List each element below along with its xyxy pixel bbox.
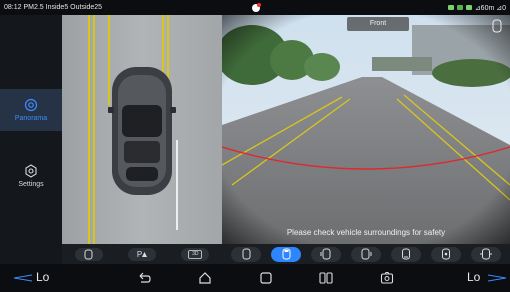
car-side-right-icon	[361, 248, 372, 260]
3d-view-button[interactable]: 3D	[181, 247, 210, 261]
camera-toolbar	[222, 244, 510, 264]
3d-label: 3D	[192, 251, 199, 257]
car-front-active-icon	[282, 248, 290, 260]
fan-left-icon[interactable]	[14, 274, 34, 282]
car-top-view	[108, 67, 176, 195]
sidebar-item-settings[interactable]: Settings	[0, 155, 62, 197]
temp-left[interactable]: Lo	[36, 270, 49, 284]
panorama-icon	[24, 98, 38, 112]
camera-view-label: Front	[347, 17, 409, 31]
status-bar: 08:12 PM2.5 Inside5 Outside25 ⊿60m ⊿0	[0, 0, 510, 15]
temp-right[interactable]: Lo	[467, 270, 480, 284]
camera-right-button[interactable]	[351, 246, 381, 262]
battery-icon	[456, 5, 463, 10]
settings-icon	[25, 164, 37, 178]
fan-right-icon[interactable]	[486, 274, 506, 282]
home-icon[interactable]	[198, 271, 212, 285]
signal-icon	[465, 5, 472, 10]
car-side-left-icon	[320, 248, 331, 260]
back-icon[interactable]	[137, 271, 151, 285]
birdview-toolbar: P 3D	[62, 244, 222, 264]
car-overview-icon[interactable]	[492, 19, 502, 38]
split-screen-icon[interactable]	[319, 271, 333, 285]
status-right: ⊿60m ⊿0	[447, 4, 506, 12]
birdview-panel[interactable]	[62, 15, 222, 244]
camera-icon[interactable]	[380, 271, 394, 285]
parking-button[interactable]: P	[127, 247, 156, 261]
sidebar-item-label: Panorama	[14, 115, 48, 122]
wifi-icon	[447, 5, 454, 10]
camera-left-button[interactable]	[311, 246, 341, 262]
car-rear-right-icon	[480, 248, 492, 260]
sidebar-item-panorama[interactable]: Panorama	[0, 89, 62, 131]
camera-view[interactable]: Front Please check vehicle surroundings …	[222, 15, 510, 244]
camera-rear-button[interactable]	[391, 246, 421, 262]
car-rear-icon	[402, 248, 410, 260]
parking-icon	[142, 251, 148, 257]
car-front-icon	[242, 248, 250, 260]
camera-rear-left-button[interactable]	[431, 246, 461, 262]
camera-front-wide-button[interactable]	[271, 246, 301, 262]
sidebar-item-label: Settings	[18, 181, 44, 188]
sidebar: Panorama Settings	[0, 15, 62, 264]
car-rear-left-icon	[442, 248, 450, 260]
status-info: 08:12 PM2.5 Inside5 Outside25	[4, 4, 103, 11]
recent-apps-icon[interactable]	[259, 271, 273, 285]
navigation-bar: Lo Lo	[0, 264, 510, 292]
camera-rear-right-button[interactable]	[471, 246, 501, 262]
car-view-button[interactable]	[74, 247, 103, 261]
notification-icon	[250, 2, 262, 13]
safety-message: Please check vehicle surroundings for sa…	[286, 228, 446, 237]
camera-front-button[interactable]	[231, 246, 261, 262]
status-right-text: ⊿60m ⊿0	[474, 4, 506, 12]
car-view-icon	[84, 249, 93, 259]
